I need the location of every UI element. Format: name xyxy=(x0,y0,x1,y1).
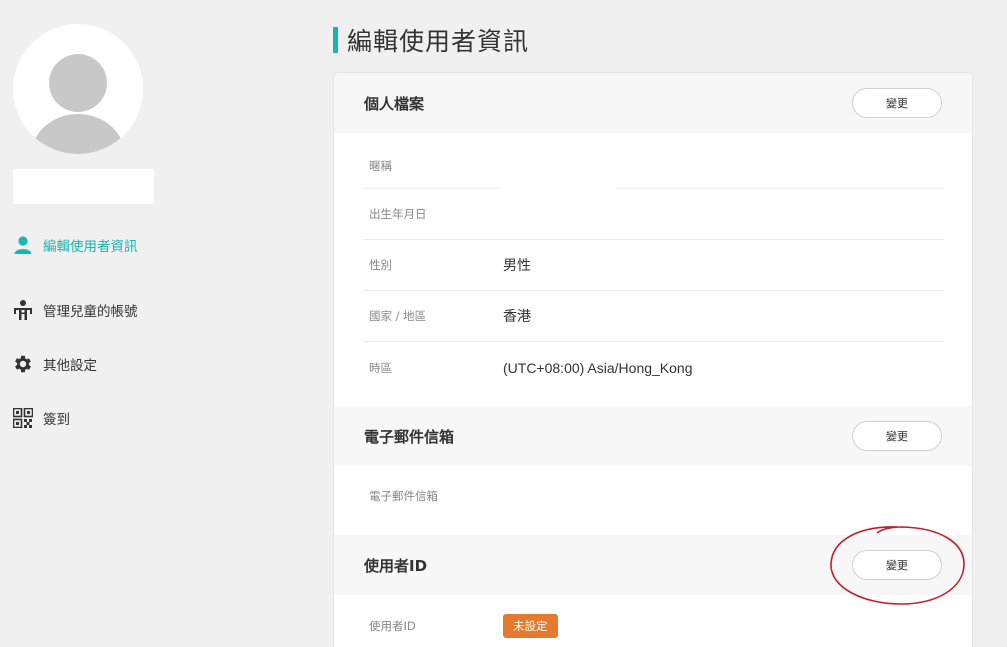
avatar xyxy=(13,24,143,154)
birthday-label: 出生年月日 xyxy=(369,207,427,221)
sidebar-item-child-accounts[interactable]: 管理兒童的帳號 xyxy=(12,283,212,337)
sidebar-nav: 編輯使用者資訊 管理兒童的帳號 其他設定 簽到 xyxy=(12,229,212,445)
userid-row: 使用者ID 未設定 xyxy=(363,600,944,647)
sidebar-item-label: 其他設定 xyxy=(43,358,97,374)
email-section-header: 電子郵件信箱 變更 xyxy=(334,406,972,466)
user-info-card: 個人檔案 變更 暱稱 出生年月日 性別 男性 國家 / 地區 香港 時區 (UT… xyxy=(333,72,973,647)
sidebar-item-label: 簽到 xyxy=(43,412,70,428)
sidebar-item-edit-user[interactable]: 編輯使用者資訊 xyxy=(12,229,212,261)
profile-section-title: 個人檔案 xyxy=(364,94,425,113)
user-icon xyxy=(12,234,34,256)
email-change-button[interactable]: 變更 xyxy=(852,421,942,451)
userid-label: 使用者ID xyxy=(369,618,416,633)
default-avatar-icon xyxy=(31,54,125,154)
email-row: 電子郵件信箱 xyxy=(363,470,944,521)
email-section-title: 電子郵件信箱 xyxy=(364,427,455,446)
region-value: 香港 xyxy=(503,308,531,324)
qr-code-icon xyxy=(12,407,34,429)
timezone-value: (UTC+08:00) Asia/Hong_Kong xyxy=(503,359,693,376)
sidebar-item-checkin[interactable]: 簽到 xyxy=(12,391,212,445)
nickname-label: 暱稱 xyxy=(369,159,392,173)
gender-row: 性別 男性 xyxy=(363,240,944,291)
profile-change-button[interactable]: 變更 xyxy=(852,88,942,118)
timezone-row: 時區 (UTC+08:00) Asia/Hong_Kong xyxy=(363,342,944,393)
birthday-row: 出生年月日 xyxy=(363,189,944,240)
status-badge: 未設定 xyxy=(503,613,558,638)
sidebar-item-label: 管理兒童的帳號 xyxy=(43,304,138,320)
child-account-icon xyxy=(12,299,34,321)
userid-section-title: 使用者ID xyxy=(364,556,428,575)
gear-icon xyxy=(12,353,34,375)
userid-section-header: 使用者ID 變更 xyxy=(334,535,972,595)
timezone-label: 時區 xyxy=(369,360,392,375)
gender-value: 男性 xyxy=(503,257,531,273)
username-display xyxy=(13,169,154,204)
region-row: 國家 / 地區 香港 xyxy=(363,291,944,342)
email-label: 電子郵件信箱 xyxy=(369,488,438,503)
gender-label: 性別 xyxy=(369,258,392,272)
sidebar-item-label: 編輯使用者資訊 xyxy=(43,239,138,255)
profile-section-header: 個人檔案 變更 xyxy=(334,73,972,133)
page-title-text: 編輯使用者資訊 xyxy=(347,27,530,56)
page-title: 編輯使用者資訊 xyxy=(333,22,529,58)
sidebar-item-other-settings[interactable]: 其他設定 xyxy=(12,337,212,391)
userid-change-button[interactable]: 變更 xyxy=(852,550,942,580)
nickname-row: 暱稱 xyxy=(363,138,944,189)
region-label: 國家 / 地區 xyxy=(369,309,427,323)
title-accent-bar xyxy=(333,27,338,53)
